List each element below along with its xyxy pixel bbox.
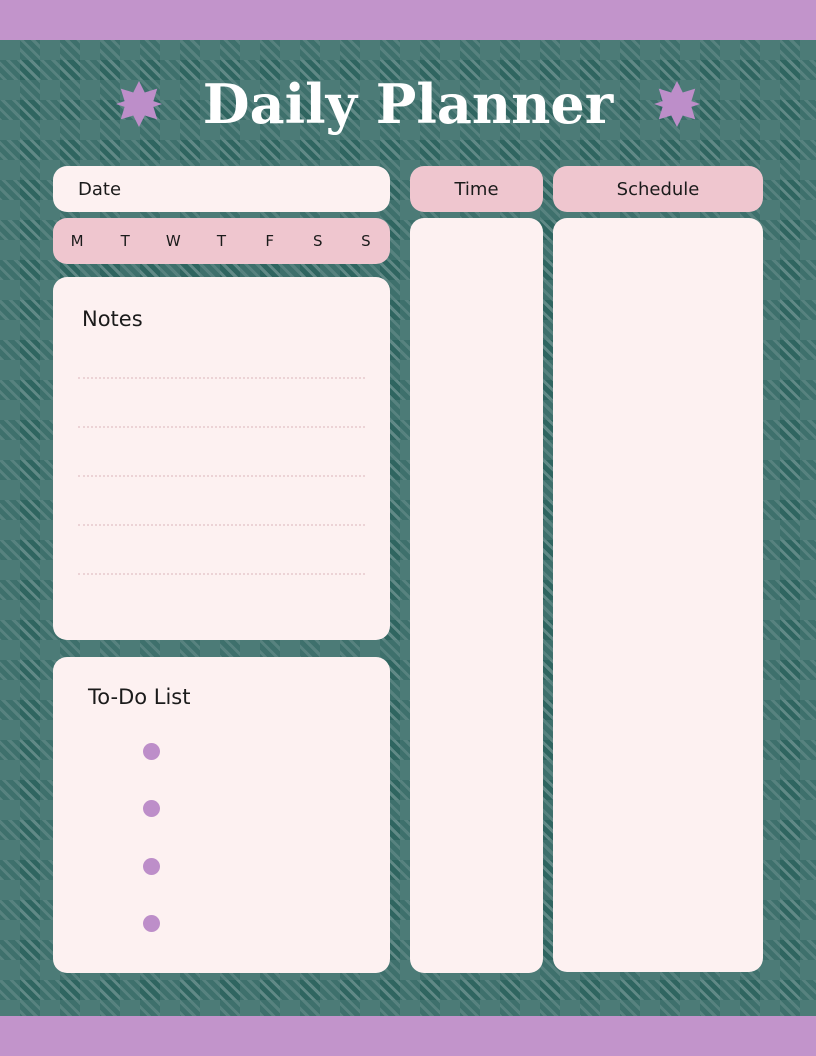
time-column-header: Time: [410, 166, 543, 212]
notes-line-5[interactable]: [78, 573, 365, 577]
notes-line-4[interactable]: [78, 524, 365, 528]
time-column-body[interactable]: [410, 218, 543, 973]
weekday-selector[interactable]: M T W T F S S: [53, 218, 390, 264]
notes-line-3[interactable]: [78, 475, 365, 479]
weekday-sunday[interactable]: S: [342, 232, 390, 250]
weekday-saturday[interactable]: S: [294, 232, 342, 250]
date-field-label: Date: [78, 178, 122, 200]
weekday-thursday[interactable]: T: [197, 232, 245, 250]
todo-bullet-4[interactable]: [143, 915, 160, 932]
todo-bullet-1[interactable]: [143, 743, 160, 760]
daily-planner-page: Daily Planner Date M T W T F S S Notes T…: [0, 0, 816, 1056]
todo-card[interactable]: To-Do List: [53, 657, 390, 973]
todo-title: To-Do List: [88, 685, 191, 709]
notes-line-2[interactable]: [78, 426, 365, 430]
page-title: Daily Planner: [202, 72, 614, 136]
weekday-wednesday[interactable]: W: [149, 232, 197, 250]
notes-title: Notes: [82, 307, 143, 331]
schedule-column-label: Schedule: [616, 178, 700, 200]
page-header: Daily Planner: [0, 62, 816, 146]
weekday-monday[interactable]: M: [53, 232, 101, 250]
date-field[interactable]: Date: [53, 166, 390, 212]
schedule-column-body[interactable]: [553, 218, 763, 972]
weekday-friday[interactable]: F: [246, 232, 294, 250]
weekday-tuesday[interactable]: T: [101, 232, 149, 250]
bottom-accent-bar: [0, 1016, 816, 1056]
time-column-label: Time: [454, 178, 499, 200]
notes-line-1[interactable]: [78, 377, 365, 381]
todo-bullet-2[interactable]: [143, 800, 160, 817]
top-accent-bar: [0, 0, 816, 40]
notes-card[interactable]: Notes: [53, 277, 390, 640]
schedule-column-header: Schedule: [553, 166, 763, 212]
eight-point-star-icon-left: [115, 80, 162, 128]
eight-point-star-icon-right: [654, 80, 701, 128]
todo-bullet-3[interactable]: [143, 858, 160, 875]
